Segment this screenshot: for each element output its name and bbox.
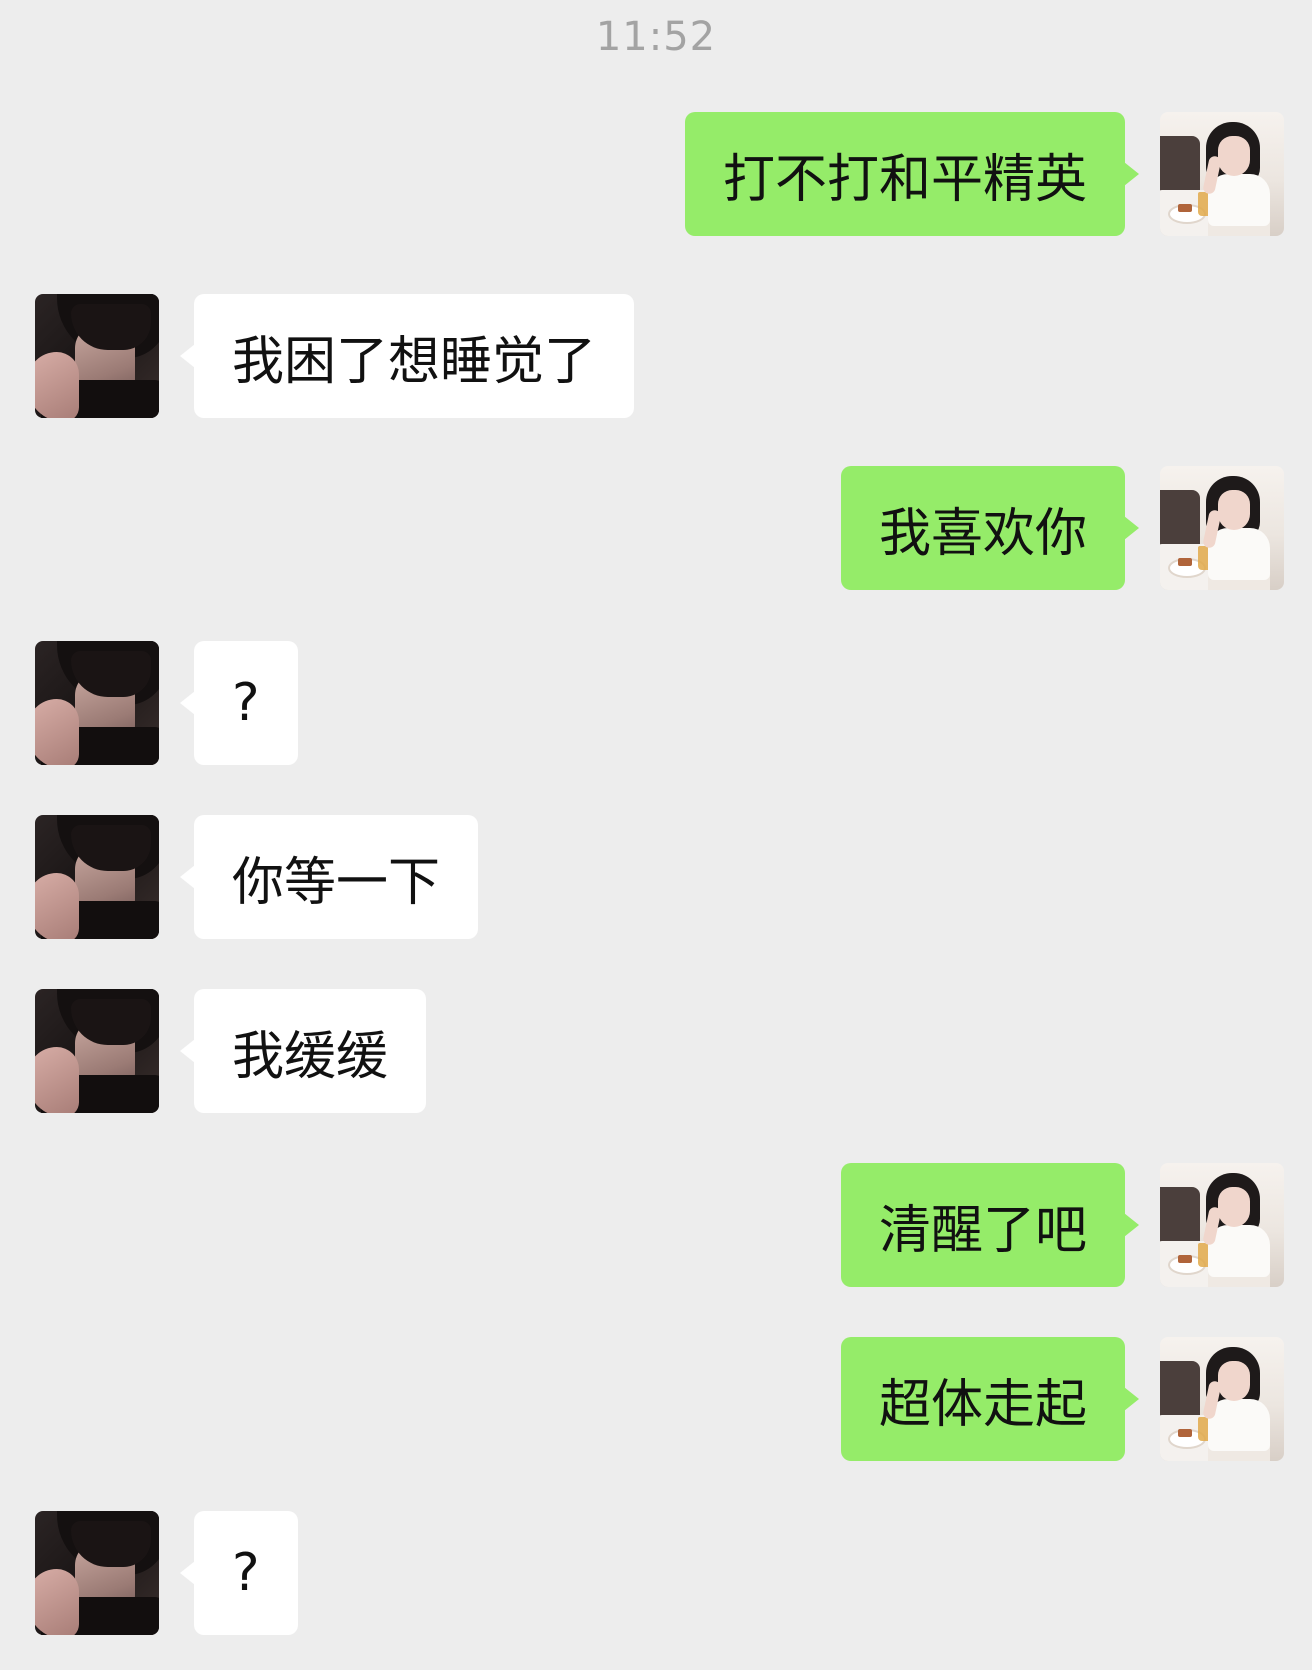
- contact-avatar[interactable]: [35, 294, 159, 418]
- message-text: 我困了想睡觉了: [232, 331, 597, 392]
- message-text: 清醒了吧: [878, 1200, 1087, 1261]
- message-bubble-received[interactable]: ?: [180, 641, 298, 765]
- message-text: 你等一下: [232, 852, 441, 913]
- message-text: 打不打和平精英: [722, 149, 1087, 210]
- contact-avatar[interactable]: [35, 989, 159, 1113]
- message-bubble-received[interactable]: 我缓缓: [179, 989, 427, 1113]
- message-text: ?: [232, 673, 260, 733]
- message-text: ?: [232, 1543, 260, 1603]
- message-row-sent: 清醒了吧: [0, 1163, 1312, 1287]
- message-bubble-sent[interactable]: 我喜欢你: [840, 466, 1140, 590]
- self-avatar[interactable]: [1160, 466, 1284, 590]
- message-bubble-sent[interactable]: 超体走起: [840, 1337, 1140, 1461]
- message-row-received: 我缓缓: [0, 989, 1312, 1113]
- message-bubble-received[interactable]: 你等一下: [179, 815, 479, 939]
- message-text: 超体走起: [878, 1374, 1087, 1435]
- message-row-sent: 打不打和平精英: [0, 112, 1312, 236]
- message-timestamp: 11:52: [595, 14, 717, 60]
- message-bubble-received[interactable]: 我困了想睡觉了: [179, 294, 635, 418]
- message-row-received: ?: [0, 1511, 1312, 1635]
- message-text: 我喜欢你: [878, 503, 1087, 564]
- contact-avatar[interactable]: [35, 641, 159, 765]
- message-text: 我缓缓: [232, 1026, 389, 1087]
- message-row-received: 你等一下: [0, 815, 1312, 939]
- message-row-sent: 超体走起: [0, 1337, 1312, 1461]
- self-avatar[interactable]: [1160, 112, 1284, 236]
- message-row-received: 我困了想睡觉了: [0, 294, 1312, 418]
- contact-avatar[interactable]: [35, 815, 159, 939]
- chat-area[interactable]: 11:52 打不打和平精英 我困了想睡觉了 我喜欢你 ? 你等一下 我缓缓 清醒…: [0, 0, 1312, 1670]
- message-row-received: ?: [0, 641, 1312, 765]
- contact-avatar[interactable]: [35, 1511, 159, 1635]
- self-avatar[interactable]: [1160, 1163, 1284, 1287]
- message-bubble-sent[interactable]: 打不打和平精英: [684, 112, 1140, 236]
- message-bubble-received[interactable]: ?: [180, 1511, 298, 1635]
- message-row-sent: 我喜欢你: [0, 466, 1312, 590]
- self-avatar[interactable]: [1160, 1337, 1284, 1461]
- message-bubble-sent[interactable]: 清醒了吧: [840, 1163, 1140, 1287]
